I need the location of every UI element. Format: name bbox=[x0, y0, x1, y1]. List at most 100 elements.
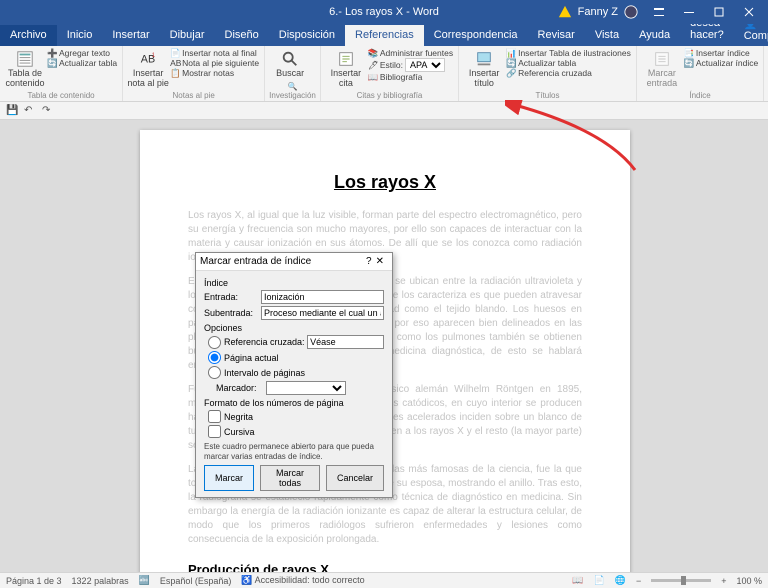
view-web-layout[interactable]: 🌐 bbox=[615, 575, 626, 586]
crossref-input[interactable] bbox=[307, 335, 384, 349]
page-range-radio[interactable] bbox=[208, 366, 221, 379]
zoom-slider[interactable] bbox=[651, 579, 711, 582]
view-read-mode[interactable]: 📖 bbox=[572, 575, 583, 586]
group-index-label: Índice bbox=[641, 91, 759, 101]
close-button[interactable] bbox=[734, 0, 764, 24]
mark-button[interactable]: Marcar bbox=[204, 465, 254, 491]
menubar: Archivo Inicio Insertar Dibujar Diseño D… bbox=[0, 24, 768, 46]
cross-reference-button[interactable]: 🔗Referencia cruzada bbox=[505, 68, 632, 78]
group-research: Buscar 🔍 Investigación bbox=[265, 46, 321, 101]
mark-index-entry-dialog: Marcar entrada de índice ? ✕ Índice Entr… bbox=[195, 252, 393, 498]
tab-help[interactable]: Ayuda bbox=[629, 25, 680, 46]
section-options: Opciones bbox=[204, 323, 384, 333]
style-lbl: Estilo: bbox=[380, 60, 403, 70]
endnote-icon: 📄 bbox=[170, 48, 180, 58]
maximize-button[interactable] bbox=[704, 0, 734, 24]
mark-entry-label: Marcar entrada bbox=[647, 69, 678, 89]
toc-button[interactable]: Tabla de contenido bbox=[4, 48, 46, 91]
warning-icon bbox=[558, 5, 572, 19]
share-label: Compartir bbox=[744, 30, 768, 42]
insert-endnote-button[interactable]: 📄Insertar nota al final bbox=[169, 48, 260, 58]
zoom-out[interactable]: − bbox=[636, 576, 641, 586]
tab-mailings[interactable]: Correspondencia bbox=[424, 25, 528, 46]
bibliography-button[interactable]: 📖Bibliografía bbox=[367, 72, 454, 82]
entry-input[interactable] bbox=[261, 290, 384, 304]
crossref-radio[interactable] bbox=[208, 336, 221, 349]
cancel-button[interactable]: Cancelar bbox=[326, 465, 384, 491]
status-lang[interactable]: Español (España) bbox=[160, 576, 232, 586]
italic-checkbox[interactable] bbox=[208, 425, 221, 438]
status-page[interactable]: Página 1 de 3 bbox=[6, 576, 62, 586]
insert-illustrations-button[interactable]: 📊Insertar Tabla de ilustraciones bbox=[505, 48, 632, 58]
undo-icon[interactable]: ↶ bbox=[24, 105, 36, 117]
titlebar: 6.- Los rayos X - Word Fanny Z bbox=[0, 0, 768, 24]
tab-design[interactable]: Diseño bbox=[215, 25, 269, 46]
refresh-icon: 🔄 bbox=[684, 58, 694, 68]
mark-all-button[interactable]: Marcar todas bbox=[260, 465, 320, 491]
tab-view[interactable]: Vista bbox=[585, 25, 629, 46]
update-captions-button[interactable]: 🔄Actualizar tabla bbox=[505, 58, 632, 68]
section-format: Formato de los números de página bbox=[204, 398, 384, 408]
update-toc-button[interactable]: 🔄Actualizar tabla bbox=[46, 58, 118, 68]
index-icon: 📑 bbox=[684, 48, 694, 58]
current-page-label: Página actual bbox=[224, 353, 279, 363]
svg-text:1: 1 bbox=[152, 52, 156, 59]
style-selector[interactable]: 🖊Estilo: APA bbox=[367, 58, 454, 72]
document-title: 6.- Los rayos X - Word bbox=[329, 6, 439, 18]
redo-icon[interactable]: ↷ bbox=[42, 105, 54, 117]
minimize-button[interactable] bbox=[674, 0, 704, 24]
dialog-close-button[interactable]: ✕ bbox=[372, 256, 388, 267]
tab-references[interactable]: Referencias bbox=[345, 25, 424, 46]
status-accessibility[interactable]: ♿ Accesibilidad: todo correcto bbox=[241, 575, 364, 586]
current-page-radio[interactable] bbox=[208, 351, 221, 364]
tab-insert[interactable]: Insertar bbox=[102, 25, 159, 46]
bold-checkbox[interactable] bbox=[208, 410, 221, 423]
next-footnote-button[interactable]: ABNota al pie siguiente bbox=[169, 58, 260, 68]
tab-review[interactable]: Revisar bbox=[528, 25, 585, 46]
style-select[interactable]: APA bbox=[405, 58, 445, 72]
zoom-level[interactable]: 100 % bbox=[736, 576, 762, 586]
show-icon: 📋 bbox=[170, 68, 180, 78]
refresh-icon: 🔄 bbox=[506, 58, 516, 68]
user-avatar-icon[interactable] bbox=[624, 5, 638, 19]
spell-check-icon[interactable]: 🔤 bbox=[139, 575, 150, 586]
tab-home[interactable]: Inicio bbox=[57, 25, 103, 46]
marker-select[interactable] bbox=[266, 381, 346, 395]
caption-icon bbox=[475, 50, 493, 68]
mark-entry-icon bbox=[653, 50, 671, 68]
manage-sources-button[interactable]: 📚Administrar fuentes bbox=[367, 48, 454, 58]
research-button[interactable]: Buscar bbox=[269, 48, 311, 81]
insert-index-button[interactable]: 📑Insertar índice bbox=[683, 48, 759, 58]
status-words[interactable]: 1322 palabras bbox=[72, 576, 129, 586]
view-print-layout[interactable]: 📄 bbox=[594, 575, 605, 586]
group-toc: Tabla de contenido ➕Agregar texto 🔄Actua… bbox=[0, 46, 123, 101]
group-captions-label: Títulos bbox=[463, 91, 632, 101]
insert-footnote-button[interactable]: AB1Insertar nota al pie bbox=[127, 48, 169, 91]
show-notes-button[interactable]: 📋Mostrar notas bbox=[169, 68, 260, 78]
zoom-in[interactable]: + bbox=[721, 576, 726, 586]
tab-draw[interactable]: Dibujar bbox=[160, 25, 215, 46]
insert-citation-button[interactable]: Insertar cita bbox=[325, 48, 367, 91]
group-citations-label: Citas y bibliografía bbox=[325, 91, 454, 101]
tab-layout[interactable]: Disposición bbox=[269, 25, 345, 46]
group-captions: Insertar título 📊Insertar Tabla de ilust… bbox=[459, 46, 637, 101]
insert-footnote-label: Insertar nota al pie bbox=[127, 69, 169, 89]
update-captions-label: Actualizar tabla bbox=[518, 58, 576, 68]
save-icon[interactable]: 💾 bbox=[6, 105, 18, 117]
group-toc-label: Tabla de contenido bbox=[4, 91, 118, 101]
next-footnote-label: Nota al pie siguiente bbox=[182, 58, 259, 68]
add-text-button[interactable]: ➕Agregar texto bbox=[46, 48, 118, 58]
italic-label: Cursiva bbox=[224, 427, 255, 437]
mark-entry-button[interactable]: Marcar entrada bbox=[641, 48, 683, 91]
citation-icon bbox=[337, 50, 355, 68]
ribbon-options-button[interactable] bbox=[644, 0, 674, 24]
insert-caption-button[interactable]: Insertar título bbox=[463, 48, 505, 91]
manage-sources-label: Administrar fuentes bbox=[380, 48, 453, 58]
update-index-button[interactable]: 🔄Actualizar índice bbox=[683, 58, 759, 68]
tab-file[interactable]: Archivo bbox=[0, 25, 57, 46]
group-footnotes-label: Notas al pie bbox=[127, 91, 260, 101]
group-index: Marcar entrada 📑Insertar índice 🔄Actuali… bbox=[637, 46, 764, 101]
subentry-input[interactable] bbox=[261, 306, 384, 320]
search-icon bbox=[281, 50, 299, 68]
cross-reference-label: Referencia cruzada bbox=[518, 68, 592, 78]
